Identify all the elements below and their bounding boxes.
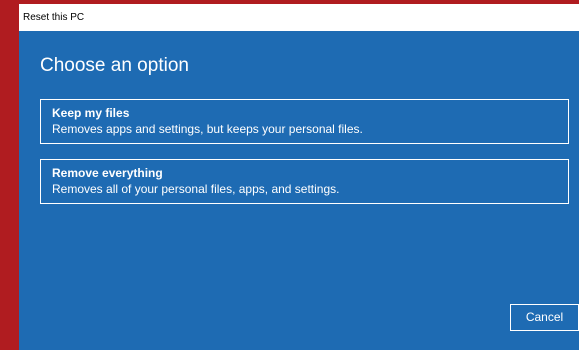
option-title: Remove everything xyxy=(52,166,163,180)
window-title: Reset this PC xyxy=(19,4,579,31)
option-description: Removes apps and settings, but keeps you… xyxy=(52,122,363,136)
reset-pc-dialog: Reset this PC Choose an option Keep my f… xyxy=(19,4,579,350)
page-title: Choose an option xyxy=(40,55,189,76)
cancel-button[interactable]: Cancel xyxy=(510,304,579,331)
keep-my-files-option[interactable]: Keep my files Removes apps and settings,… xyxy=(40,99,569,144)
desktop-background: Reset this PC Choose an option Keep my f… xyxy=(0,0,579,350)
option-description: Removes all of your personal files, apps… xyxy=(52,182,340,196)
option-title: Keep my files xyxy=(52,106,130,120)
remove-everything-option[interactable]: Remove everything Removes all of your pe… xyxy=(40,159,569,204)
